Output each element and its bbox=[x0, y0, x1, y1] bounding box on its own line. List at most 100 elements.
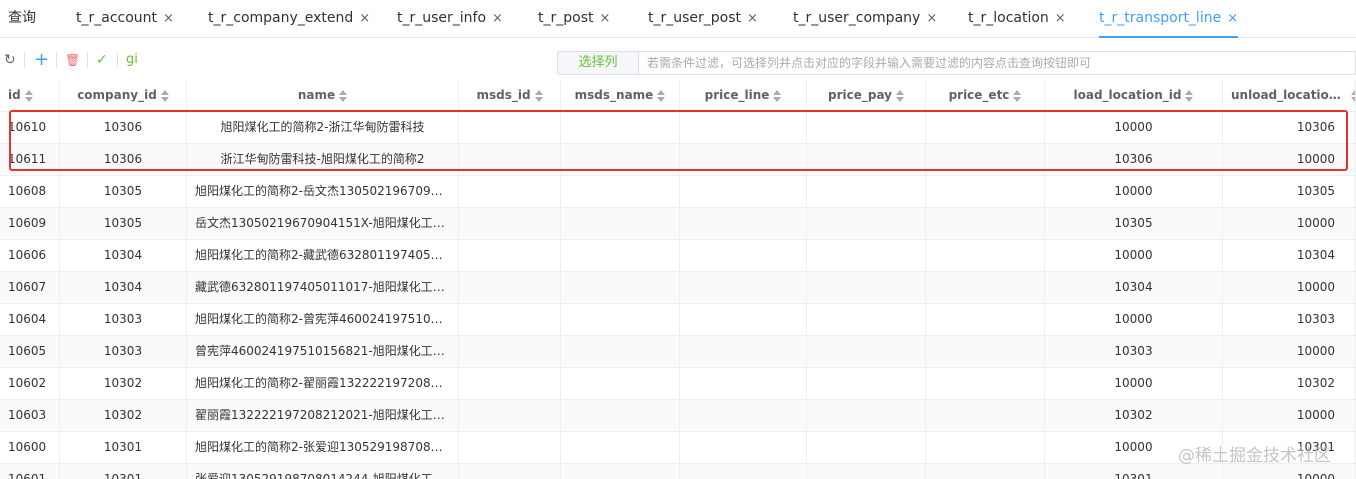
cell-price-line[interactable] bbox=[680, 112, 807, 144]
cell-price-etc[interactable] bbox=[926, 272, 1045, 304]
cell-price-line[interactable] bbox=[680, 240, 807, 272]
cell-price-etc[interactable] bbox=[926, 368, 1045, 400]
tab-t-r-user-info[interactable]: t_r_user_info × bbox=[397, 0, 503, 38]
cell-price-line[interactable] bbox=[680, 400, 807, 432]
cell-name[interactable]: 翟丽霞132222197208212021-旭阳煤化工的… bbox=[187, 400, 459, 432]
cell-msds-id[interactable] bbox=[459, 144, 561, 176]
cell-msds-name[interactable] bbox=[561, 112, 680, 144]
cell-id[interactable]: 10606 bbox=[0, 240, 60, 272]
cell-load-location-id[interactable]: 10000 bbox=[1045, 368, 1223, 400]
cell-msds-id[interactable] bbox=[459, 368, 561, 400]
column-header-load-location-id[interactable]: load_location_id bbox=[1045, 80, 1223, 112]
sort-icon[interactable] bbox=[24, 89, 33, 102]
cell-price-line[interactable] bbox=[680, 176, 807, 208]
sort-icon[interactable] bbox=[534, 89, 543, 102]
cell-price-pay[interactable] bbox=[807, 208, 926, 240]
cell-msds-id[interactable] bbox=[459, 432, 561, 464]
cell-price-pay[interactable] bbox=[807, 144, 926, 176]
table-row[interactable]: 10608 10305 旭阳煤化工的简称2-岳文杰13050219670904… 10… bbox=[0, 176, 1356, 208]
cell-company-id[interactable]: 10304 bbox=[60, 272, 187, 304]
cell-load-location-id[interactable]: 10303 bbox=[1045, 336, 1223, 368]
cell-price-etc[interactable] bbox=[926, 176, 1045, 208]
cell-id[interactable]: 10603 bbox=[0, 400, 60, 432]
cell-load-location-id[interactable]: 10302 bbox=[1045, 400, 1223, 432]
cell-price-pay[interactable] bbox=[807, 304, 926, 336]
cell-name[interactable]: 张爱迎130529198708014244-旭阳煤化工的… bbox=[187, 464, 459, 479]
cell-price-etc[interactable] bbox=[926, 144, 1045, 176]
cell-price-line[interactable] bbox=[680, 336, 807, 368]
cell-id[interactable]: 10600 bbox=[0, 432, 60, 464]
cell-unload-location-i[interactable]: 10000 bbox=[1223, 400, 1356, 432]
cell-price-pay[interactable] bbox=[807, 112, 926, 144]
table-row[interactable]: 10610 10306 旭阳煤化工的简称2-浙江华甸防雷科技 10000 10306 bbox=[0, 112, 1356, 144]
cell-load-location-id[interactable]: 10305 bbox=[1045, 208, 1223, 240]
cell-msds-name[interactable] bbox=[561, 144, 680, 176]
close-icon[interactable]: × bbox=[926, 11, 937, 26]
close-icon[interactable]: × bbox=[1055, 11, 1066, 26]
sort-icon[interactable] bbox=[1351, 89, 1355, 102]
cell-load-location-id[interactable]: 10000 bbox=[1045, 176, 1223, 208]
cell-id[interactable]: 10602 bbox=[0, 368, 60, 400]
cell-unload-location-i[interactable]: 10000 bbox=[1223, 336, 1356, 368]
cell-price-etc[interactable] bbox=[926, 304, 1045, 336]
cell-name[interactable]: 曾宪萍460024197510156821-旭阳煤化工的… bbox=[187, 336, 459, 368]
cell-msds-name[interactable] bbox=[561, 432, 680, 464]
tab-t-r-transport-line[interactable]: t_r_transport_line × bbox=[1099, 0, 1239, 38]
cell-id[interactable]: 10611 bbox=[0, 144, 60, 176]
confirm-icon[interactable]: ✓ bbox=[96, 50, 108, 70]
cell-unload-location-i[interactable]: 10304 bbox=[1223, 240, 1356, 272]
cell-price-etc[interactable] bbox=[926, 208, 1045, 240]
cell-price-pay[interactable] bbox=[807, 240, 926, 272]
cell-msds-name[interactable] bbox=[561, 240, 680, 272]
cell-price-etc[interactable] bbox=[926, 240, 1045, 272]
table-row[interactable]: 10601 10301 张爱迎130529198708014244-旭阳煤化工的… 1… bbox=[0, 464, 1356, 479]
cell-msds-name[interactable] bbox=[561, 176, 680, 208]
cell-msds-id[interactable] bbox=[459, 464, 561, 479]
cell-price-pay[interactable] bbox=[807, 368, 926, 400]
cell-name[interactable]: 旭阳煤化工的简称2-翟丽霞13222219720821… bbox=[187, 368, 459, 400]
table-row[interactable]: 10603 10302 翟丽霞132222197208212021-旭阳煤化工的… 1… bbox=[0, 400, 1356, 432]
table-row[interactable]: 10600 10301 旭阳煤化工的简称2-张爱迎13052919870801… 10… bbox=[0, 432, 1356, 464]
delete-icon[interactable]: 🗑 bbox=[65, 50, 80, 70]
cell-msds-id[interactable] bbox=[459, 400, 561, 432]
cell-name[interactable]: 旭阳煤化工的简称2-张爱迎13052919870801… bbox=[187, 432, 459, 464]
cell-unload-location-i[interactable]: 10303 bbox=[1223, 304, 1356, 336]
cell-id[interactable]: 10609 bbox=[0, 208, 60, 240]
table-row[interactable]: 10606 10304 旭阳煤化工的简称2-藏武德632801197405011… 1… bbox=[0, 240, 1356, 272]
column-header-price-line[interactable]: price_line bbox=[680, 80, 807, 112]
cell-company-id[interactable]: 10301 bbox=[60, 464, 187, 479]
cell-company-id[interactable]: 10301 bbox=[60, 432, 187, 464]
column-header-price-etc[interactable]: price_etc bbox=[926, 80, 1045, 112]
column-header-msds-id[interactable]: msds_id bbox=[459, 80, 561, 112]
cell-name[interactable]: 旭阳煤化工的简称2-浙江华甸防雷科技 bbox=[187, 112, 459, 144]
cell-id[interactable]: 10605 bbox=[0, 336, 60, 368]
column-header-price-pay[interactable]: price_pay bbox=[807, 80, 926, 112]
cell-price-line[interactable] bbox=[680, 304, 807, 336]
cell-price-pay[interactable] bbox=[807, 432, 926, 464]
tab-查询[interactable]: 查询 bbox=[8, 0, 36, 38]
table-row[interactable]: 10609 10305 岳文杰13050219670904151X-旭阳煤化工的… 1… bbox=[0, 208, 1356, 240]
sort-icon[interactable] bbox=[657, 89, 666, 102]
cell-unload-location-i[interactable]: 10000 bbox=[1223, 464, 1356, 479]
cell-load-location-id[interactable]: 10306 bbox=[1045, 144, 1223, 176]
tab-t-r-account[interactable]: t_r_account × bbox=[76, 0, 174, 38]
column-header-msds-name[interactable]: msds_name bbox=[561, 80, 680, 112]
cell-unload-location-i[interactable]: 10302 bbox=[1223, 368, 1356, 400]
tab-t-r-user-post[interactable]: t_r_user_post × bbox=[648, 0, 758, 38]
cell-company-id[interactable]: 10302 bbox=[60, 400, 187, 432]
cell-msds-id[interactable] bbox=[459, 112, 561, 144]
cell-price-line[interactable] bbox=[680, 464, 807, 479]
cell-price-line[interactable] bbox=[680, 272, 807, 304]
cell-name[interactable]: 旭阳煤化工的简称2-岳文杰13050219670904… bbox=[187, 176, 459, 208]
cell-id[interactable]: 10607 bbox=[0, 272, 60, 304]
tab-t-r-user-company[interactable]: t_r_user_company × bbox=[793, 0, 937, 38]
sort-icon[interactable] bbox=[1013, 89, 1022, 102]
cell-msds-name[interactable] bbox=[561, 368, 680, 400]
cell-id[interactable]: 10608 bbox=[0, 176, 60, 208]
cell-price-line[interactable] bbox=[680, 208, 807, 240]
cell-company-id[interactable]: 10304 bbox=[60, 240, 187, 272]
tab-t-r-post[interactable]: t_r_post × bbox=[538, 0, 610, 38]
cell-msds-id[interactable] bbox=[459, 176, 561, 208]
refresh-icon[interactable]: ↻ bbox=[4, 50, 16, 70]
cell-price-pay[interactable] bbox=[807, 464, 926, 479]
